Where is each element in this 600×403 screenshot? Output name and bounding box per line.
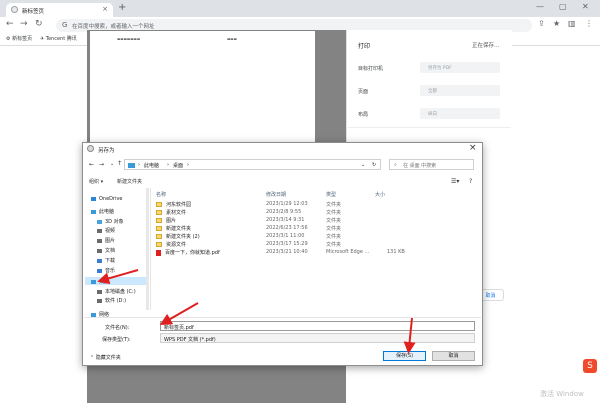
site-logo-icon: S — [583, 359, 597, 373]
arrow-to-save — [403, 317, 416, 354]
activation-watermark: 激活 Window — [540, 390, 584, 398]
arrow-to-filename — [159, 302, 199, 325]
annotation-arrows — [97, 269, 416, 354]
arrow-to-desktop — [97, 269, 139, 285]
